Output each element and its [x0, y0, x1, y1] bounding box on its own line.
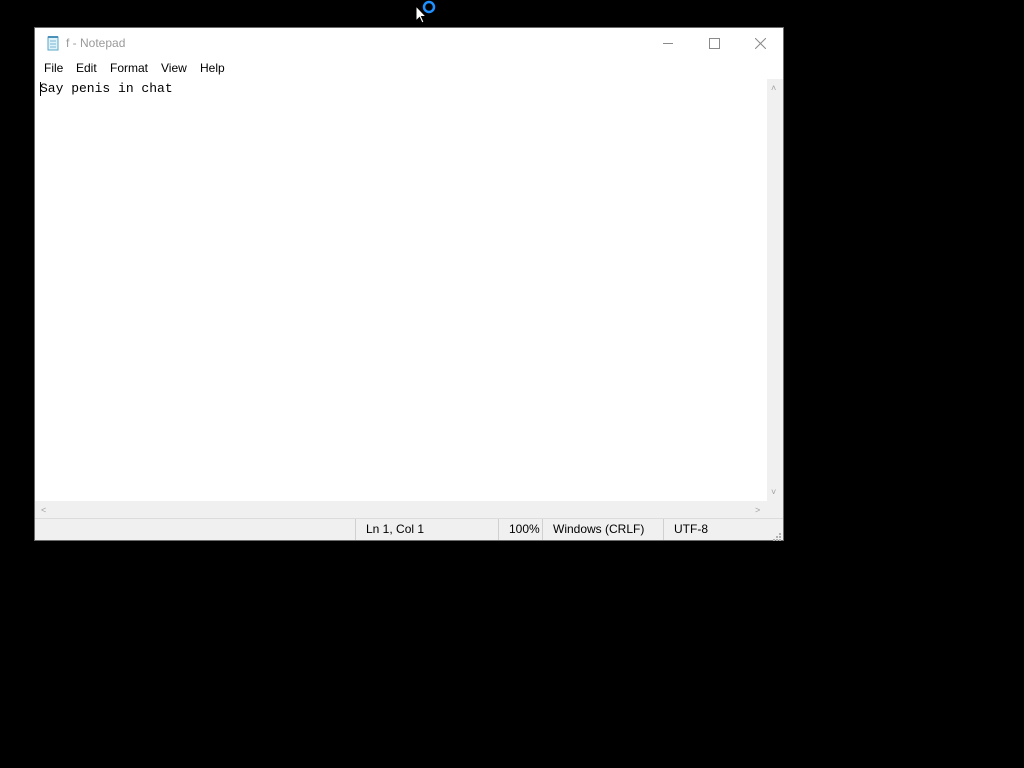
scroll-left-icon[interactable]: < [41, 505, 46, 515]
text-caret [40, 82, 41, 96]
scroll-down-icon[interactable]: ˅ [771, 487, 776, 497]
close-icon [755, 38, 766, 49]
desktop: f - Notepad File Edit Format View Help S… [0, 0, 1024, 768]
menu-view[interactable]: View [161, 61, 187, 75]
text-editor[interactable]: Say penis in chat [35, 79, 767, 501]
title-bar[interactable]: f - Notepad [35, 28, 783, 59]
resize-grip-icon[interactable] [771, 528, 781, 541]
menu-bar: File Edit Format View Help [35, 59, 783, 79]
menu-help[interactable]: Help [200, 61, 225, 75]
menu-format[interactable]: Format [110, 61, 148, 75]
status-line-col: Ln 1, Col 1 [355, 519, 498, 540]
notepad-icon [46, 36, 61, 51]
window-title: f - Notepad [66, 36, 126, 50]
menu-edit[interactable]: Edit [76, 61, 97, 75]
status-zoom: 100% [498, 519, 541, 540]
editor-content[interactable]: Say penis in chat [40, 81, 173, 96]
scroll-right-icon[interactable]: > [755, 505, 760, 515]
minimize-icon [663, 43, 673, 44]
status-encoding: UTF-8 [663, 519, 763, 540]
vertical-scrollbar[interactable]: ˄ ˅ [767, 79, 783, 501]
mouse-pointer-icon [415, 5, 427, 24]
minimize-button[interactable] [645, 28, 691, 58]
menu-file[interactable]: File [44, 61, 63, 75]
maximize-icon [709, 38, 720, 49]
scroll-up-icon[interactable]: ˄ [771, 83, 776, 93]
horizontal-scrollbar[interactable]: < > [35, 501, 767, 518]
notepad-window: f - Notepad File Edit Format View Help S… [34, 27, 784, 541]
scrollbar-corner [767, 501, 783, 518]
close-button[interactable] [737, 28, 783, 58]
status-bar: Ln 1, Col 1 100% Windows (CRLF) UTF-8 [35, 518, 783, 541]
status-line-endings: Windows (CRLF) [542, 519, 663, 540]
maximize-button[interactable] [691, 28, 737, 58]
